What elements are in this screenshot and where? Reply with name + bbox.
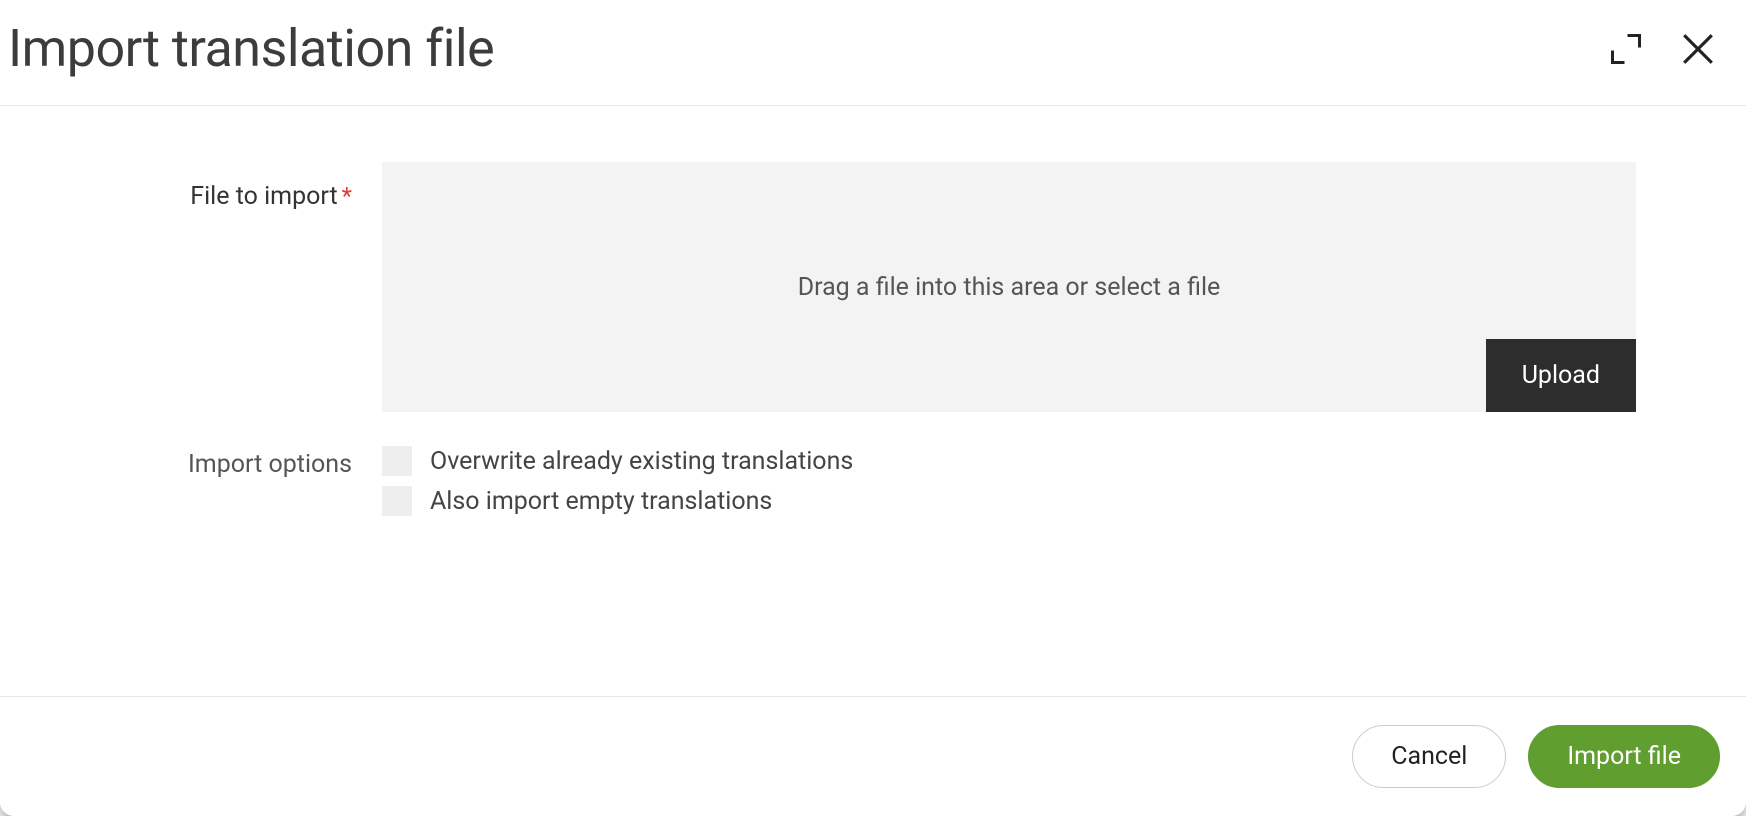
dialog-header: Import translation file xyxy=(0,0,1746,106)
options-control-col: Overwrite already existing translations … xyxy=(382,446,1746,526)
dropzone-text: Drag a file into this area or select a f… xyxy=(798,273,1221,302)
dialog-body: File to import* Drag a file into this ar… xyxy=(0,106,1746,696)
fullscreen-icon xyxy=(1608,31,1644,67)
import-file-button[interactable]: Import file xyxy=(1528,725,1720,788)
options-label: Import options xyxy=(188,450,352,479)
file-row: File to import* Drag a file into this ar… xyxy=(0,162,1746,412)
options-label-col: Import options xyxy=(0,446,382,479)
overwrite-label: Overwrite already existing translations xyxy=(430,447,853,476)
options-row: Import options Overwrite already existin… xyxy=(0,446,1746,526)
empty-checkbox[interactable] xyxy=(382,486,412,516)
close-icon xyxy=(1679,30,1717,68)
header-icons xyxy=(1604,27,1720,71)
import-translation-dialog: Import translation file File to import* xyxy=(0,0,1746,816)
required-marker: * xyxy=(342,182,352,210)
dialog-title: Import translation file xyxy=(8,18,494,79)
dialog-footer: Cancel Import file xyxy=(0,696,1746,816)
overwrite-checkbox[interactable] xyxy=(382,446,412,476)
close-button[interactable] xyxy=(1676,27,1720,71)
fullscreen-button[interactable] xyxy=(1604,27,1648,71)
file-label-col: File to import* xyxy=(0,162,382,211)
option-empty: Also import empty translations xyxy=(382,486,1636,516)
upload-button[interactable]: Upload xyxy=(1486,339,1636,412)
file-label: File to import xyxy=(190,182,337,211)
empty-label: Also import empty translations xyxy=(430,487,772,516)
file-control-col: Drag a file into this area or select a f… xyxy=(382,162,1746,412)
option-overwrite: Overwrite already existing translations xyxy=(382,446,1636,476)
file-dropzone[interactable]: Drag a file into this area or select a f… xyxy=(382,162,1636,412)
cancel-button[interactable]: Cancel xyxy=(1352,725,1506,788)
